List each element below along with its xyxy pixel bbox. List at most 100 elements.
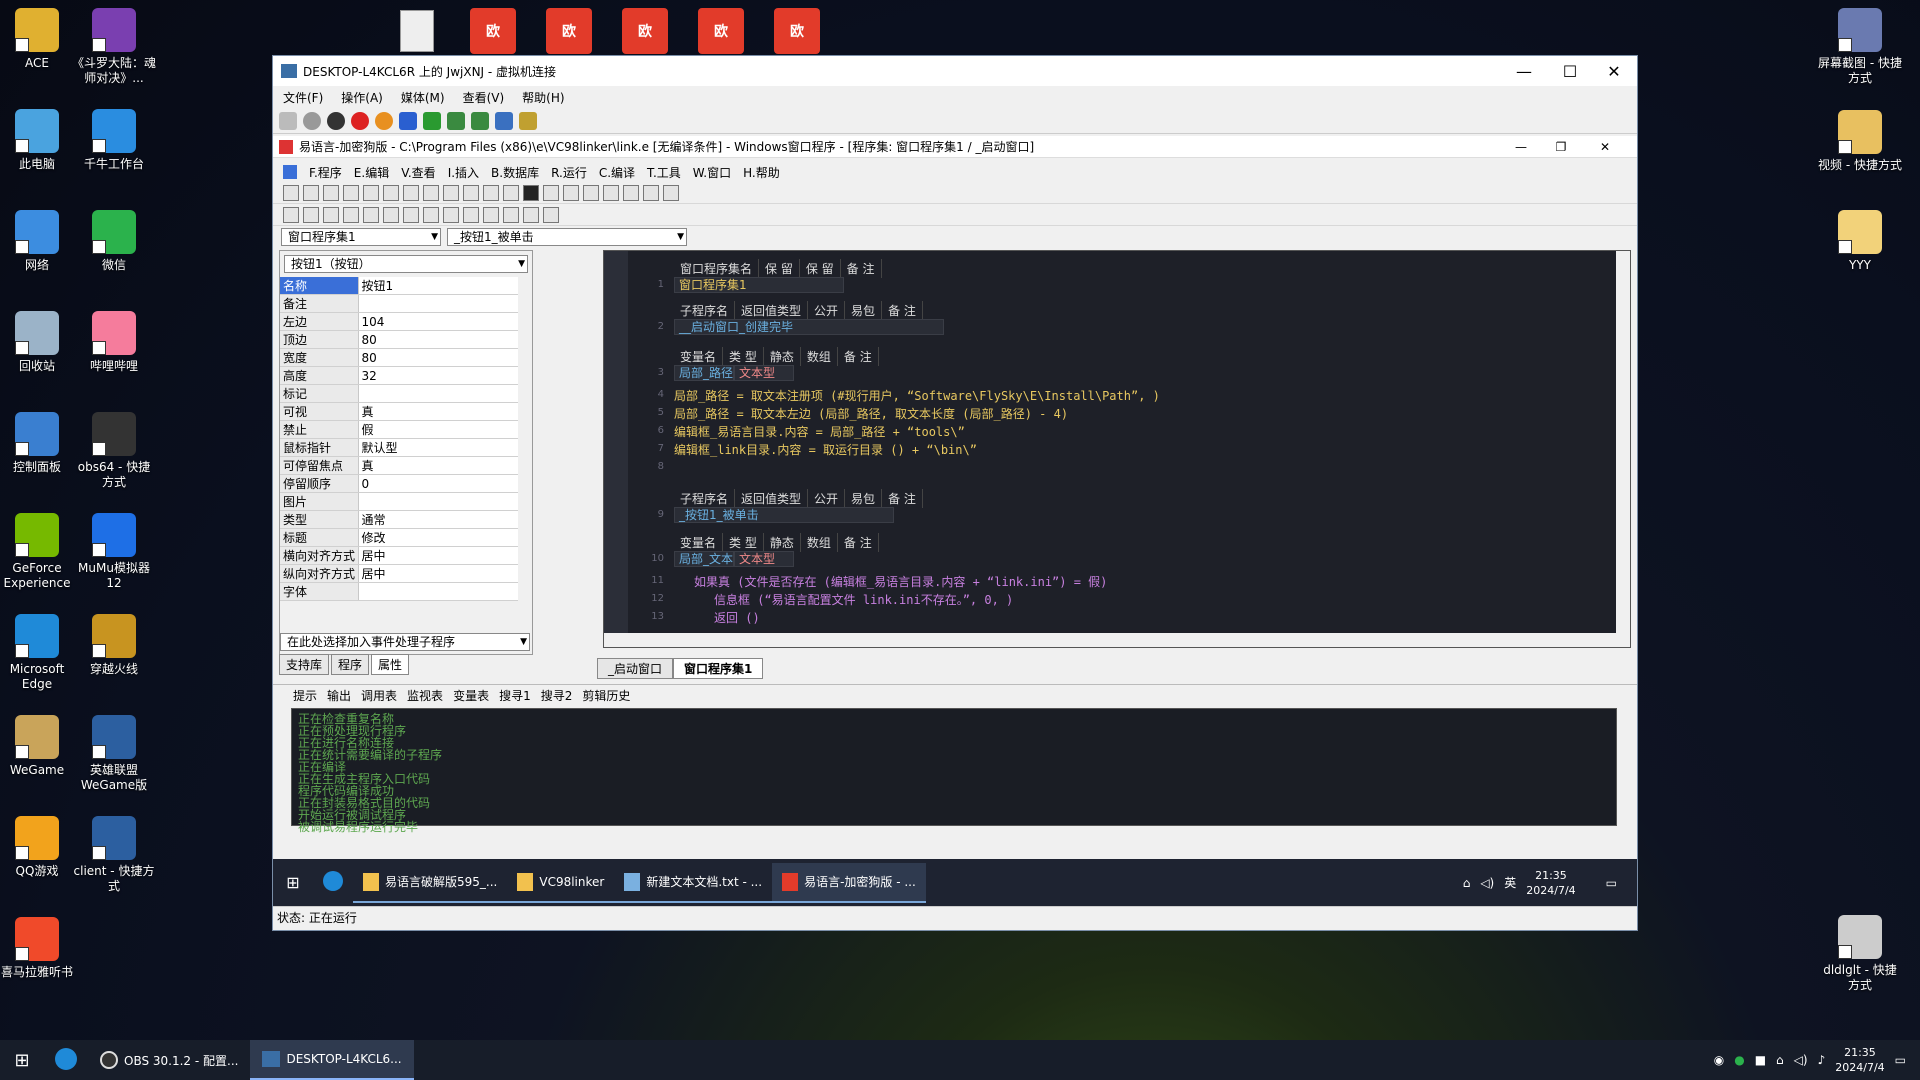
property-value[interactable]: 居中 [358,546,518,565]
save-icon[interactable] [323,184,339,201]
revert-icon[interactable] [471,111,489,130]
mic-icon[interactable]: ♪ [1818,1053,1826,1067]
desktop-icon[interactable]: 喜马拉雅听书 [0,917,79,980]
property-value[interactable]: 修改 [358,528,518,547]
ide-menu-edit[interactable]: E.编辑 [354,164,389,181]
property-row[interactable]: 字体 [280,582,518,601]
sub-name-cell[interactable]: _按钮1_被单击 [674,507,894,523]
ide-menu-help[interactable]: H.帮助 [743,164,780,181]
output-tab[interactable]: 搜寻1 [499,687,531,704]
copy-icon[interactable] [363,184,379,201]
menu-media[interactable]: 媒体(M) [401,89,445,106]
menu-help[interactable]: 帮助(H) [522,89,564,106]
host-clock[interactable]: 21:35 2024/7/4 [1835,1045,1884,1075]
property-value[interactable]: 104 [358,312,518,331]
grid-icon[interactable] [523,206,539,223]
output-tab[interactable]: 监视表 [407,687,443,704]
property-value[interactable]: 默认型 [358,438,518,457]
layout-icon[interactable] [463,184,479,201]
property-value[interactable] [358,582,518,601]
property-value[interactable] [358,384,518,403]
ide-menu-run[interactable]: R.运行 [551,164,587,181]
tab-window-assembly[interactable]: 窗口程序集1 [673,658,764,679]
ide-menu-program[interactable]: F.程序 [309,164,342,181]
event-select[interactable]: 在此处选择加入事件处理子程序 [280,633,530,651]
output-tab[interactable]: 提示 [293,687,317,704]
align-left-icon[interactable] [303,206,319,223]
desktop-icon[interactable]: 视频 - 快捷方式 [1818,110,1902,173]
volume-icon[interactable]: ◁) [1480,876,1494,890]
property-value[interactable]: 真 [358,456,518,475]
same-height-icon[interactable] [483,206,499,223]
close-button[interactable]: ✕ [1591,56,1637,86]
cut-icon[interactable] [343,184,359,201]
property-value[interactable]: 80 [358,348,518,367]
desktop-icon[interactable]: 千牛工作台 [72,109,156,172]
shortcut-icon[interactable]: 欧 [622,8,668,54]
network-icon[interactable]: ⌂ [1776,1053,1784,1067]
desktop-icon[interactable]: 穿越火线 [72,614,156,677]
minimize-button[interactable]: — [1501,56,1547,86]
maximize-button[interactable]: ☐ [1547,56,1593,86]
tab-support-lib[interactable]: 支持库 [279,654,330,675]
property-row[interactable]: 停留顺序 0 [280,474,518,493]
ide-menu-window[interactable]: W.窗口 [693,164,731,181]
shortcut-icon[interactable]: 欧 [774,8,820,54]
edge-icon[interactable] [313,871,353,894]
run-icon[interactable] [523,184,539,201]
desktop-icon[interactable]: 控制面板 [0,412,79,475]
windows-start-icon[interactable]: ⊞ [273,873,313,892]
ide-close-button[interactable]: ✕ [1583,136,1627,158]
property-row[interactable]: 高度 32 [280,366,518,385]
nvidia-tray-icon[interactable]: ■ [1755,1053,1766,1067]
code-vscrollbar[interactable] [1616,251,1630,647]
ime-indicator[interactable]: 英 [1504,874,1516,891]
property-value[interactable]: 32 [358,366,518,385]
desktop-icon[interactable]: Microsoft Edge [0,614,79,692]
start-icon[interactable] [303,111,321,130]
network-icon[interactable]: ⌂ [1463,876,1471,890]
property-value[interactable]: 真 [358,402,518,421]
output-tab[interactable]: 输出 [327,687,351,704]
layout3-icon[interactable] [503,184,519,201]
find-icon[interactable] [443,184,459,201]
desktop-icon[interactable]: ACE [0,8,79,71]
property-row[interactable]: 标题 修改 [280,528,518,547]
align-icon[interactable] [283,206,299,223]
output-tab[interactable]: 调用表 [361,687,397,704]
output-tab[interactable]: 搜寻2 [541,687,573,704]
component-select[interactable]: 按钮1（按钮） [284,255,528,273]
hand-icon[interactable] [643,184,659,201]
property-row[interactable]: 禁止假 [280,420,518,439]
step-icon[interactable] [563,184,579,201]
property-row[interactable]: 左边 104 [280,312,518,331]
desktop-icon[interactable]: obs64 - 快捷方式 [72,412,156,490]
menu-view[interactable]: 查看(V) [463,89,505,106]
desktop-icon[interactable]: 此电脑 [0,109,79,172]
undo-icon[interactable] [423,184,439,201]
stop-icon[interactable] [543,184,559,201]
save-state-icon[interactable] [375,111,393,130]
notification-icon[interactable]: ▭ [1606,876,1617,890]
ide-menu-view[interactable]: V.查看 [401,164,435,181]
guest-clock[interactable]: 21:35 2024/7/4 [1526,868,1575,898]
pause-icon[interactable] [399,111,417,130]
edge-icon[interactable] [44,1047,88,1073]
assembly-name-cell[interactable]: 窗口程序集1 [674,277,844,293]
code-hscrollbar[interactable] [604,633,1630,647]
output-tab[interactable]: 剪辑历史 [582,687,630,704]
property-row[interactable]: 顶边 80 [280,330,518,349]
ide-menu-database[interactable]: B.数据库 [491,164,539,181]
var-name-cell[interactable]: 局部_路径 [674,365,734,381]
property-value[interactable]: 通常 [358,510,518,529]
menu-file[interactable]: 文件(F) [283,89,323,106]
desktop-icon[interactable]: 《斗罗大陆：魂师对决》... [72,8,156,86]
align-right-icon[interactable] [323,206,339,223]
assembly-select[interactable]: 窗口程序集1 [281,228,441,246]
ide-minimize-button[interactable]: — [1499,136,1543,158]
property-row[interactable]: 备注 [280,294,518,313]
center-v-icon[interactable] [403,206,419,223]
turn-off-icon[interactable] [327,111,345,130]
property-value[interactable] [358,492,518,511]
windows-start-icon[interactable]: ⊞ [0,1050,44,1071]
